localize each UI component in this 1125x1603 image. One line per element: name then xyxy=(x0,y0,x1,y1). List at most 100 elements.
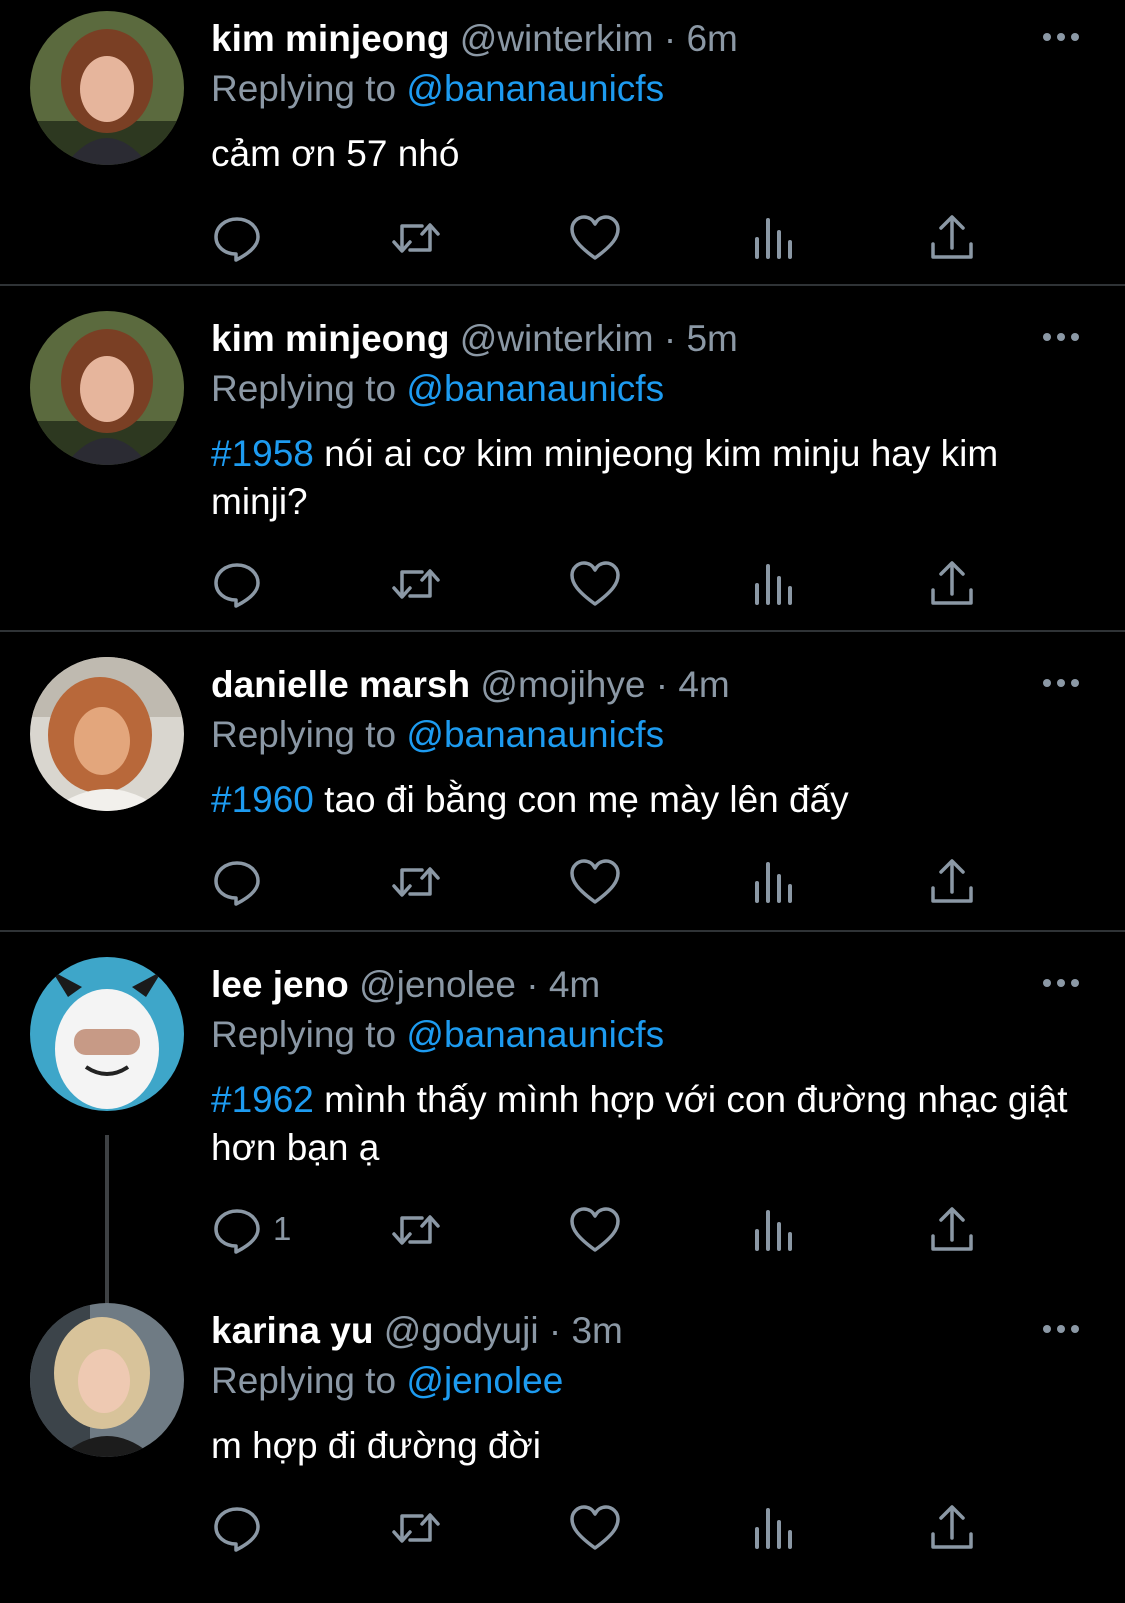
tweet-body: tao đi bằng con mẹ mày lên đấy xyxy=(313,779,849,820)
reply-icon[interactable] xyxy=(209,556,265,612)
retweet-icon[interactable] xyxy=(388,556,444,612)
replying-prefix: Replying to xyxy=(211,68,397,109)
tweet-header: danielle marsh @mojihye · 4m xyxy=(211,660,730,710)
avatar[interactable] xyxy=(30,657,184,811)
tweet-actions xyxy=(0,210,1125,270)
display-name[interactable]: danielle marsh xyxy=(211,664,470,705)
display-name[interactable]: kim minjeong xyxy=(211,318,449,359)
tweet-header: kim minjeong @winterkim · 6m xyxy=(211,14,738,64)
replying-to: Replying to @bananaunicfs xyxy=(211,64,664,114)
heart-icon[interactable] xyxy=(567,1500,623,1556)
tweet-divider xyxy=(0,284,1125,286)
timestamp[interactable]: 4m xyxy=(549,964,600,1005)
more-icon[interactable] xyxy=(1041,322,1081,352)
mention-link[interactable]: @jenolee xyxy=(406,1360,563,1401)
replying-to: Replying to @bananaunicfs xyxy=(211,710,664,760)
avatar[interactable] xyxy=(30,311,184,465)
hashtag-link[interactable]: #1958 xyxy=(211,433,314,474)
tweet-header: lee jeno @jenolee · 4m xyxy=(211,960,600,1010)
timestamp[interactable]: 6m xyxy=(686,18,737,59)
retweet-icon[interactable] xyxy=(388,854,444,910)
hashtag-link[interactable]: #1960 xyxy=(211,779,314,820)
replying-to: Replying to @bananaunicfs xyxy=(211,364,664,414)
tweet-feed: kim minjeong @winterkim · 6m Replying to… xyxy=(0,0,1125,1603)
separator-dot: · xyxy=(548,1310,562,1351)
tweet-actions: 1 xyxy=(0,1202,1125,1262)
heart-icon[interactable] xyxy=(567,854,623,910)
tweet-body: mình thấy mình hợp với con đường nhạc gi… xyxy=(211,1079,1068,1168)
mention-link[interactable]: @bananaunicfs xyxy=(406,368,664,409)
tweet[interactable]: lee jeno @jenolee · 4m Replying to @bana… xyxy=(0,946,1125,1276)
separator-dot: · xyxy=(526,964,539,1005)
user-handle[interactable]: @mojihye xyxy=(480,664,645,705)
reply-icon[interactable] xyxy=(209,1500,265,1556)
reply-icon[interactable] xyxy=(209,1202,265,1258)
timestamp[interactable]: 4m xyxy=(678,664,729,705)
mention-link[interactable]: @bananaunicfs xyxy=(406,714,664,755)
more-icon[interactable] xyxy=(1041,22,1081,52)
user-handle[interactable]: @godyuji xyxy=(384,1310,539,1351)
views-icon[interactable] xyxy=(746,1202,802,1258)
tweet-text: #1960 tao đi bằng con mẹ mày lên đấy xyxy=(211,776,1091,824)
tweet-header: karina yu @godyuji · 3m xyxy=(211,1306,623,1356)
more-icon[interactable] xyxy=(1041,668,1081,698)
replying-prefix: Replying to xyxy=(211,368,397,409)
retweet-icon[interactable] xyxy=(388,1500,444,1556)
display-name[interactable]: lee jeno xyxy=(211,964,349,1005)
avatar[interactable] xyxy=(30,1303,184,1457)
separator-dot: · xyxy=(655,664,669,705)
share-icon[interactable] xyxy=(924,210,980,266)
tweet-text: #1958 nói ai cơ kim minjeong kim minju h… xyxy=(211,430,1091,526)
views-icon[interactable] xyxy=(746,210,802,266)
retweet-icon[interactable] xyxy=(388,1202,444,1258)
tweet[interactable]: karina yu @godyuji · 3m Replying to @jen… xyxy=(0,1292,1125,1603)
tweet-actions xyxy=(0,556,1125,616)
replying-prefix: Replying to xyxy=(211,1360,397,1401)
tweet[interactable]: kim minjeong @winterkim · 5m Replying to… xyxy=(0,300,1125,630)
share-icon[interactable] xyxy=(924,556,980,612)
share-icon[interactable] xyxy=(924,1500,980,1556)
user-handle[interactable]: @jenolee xyxy=(359,964,516,1005)
tweet-actions xyxy=(0,1500,1125,1560)
user-handle[interactable]: @winterkim xyxy=(460,18,654,59)
reply-icon[interactable] xyxy=(209,854,265,910)
separator-dot: · xyxy=(663,18,677,59)
views-icon[interactable] xyxy=(746,1500,802,1556)
hashtag-link[interactable]: #1962 xyxy=(211,1079,314,1120)
tweet-text: cảm ơn 57 nhó xyxy=(211,130,1091,178)
mention-link[interactable]: @bananaunicfs xyxy=(406,68,664,109)
heart-icon[interactable] xyxy=(567,556,623,612)
heart-icon[interactable] xyxy=(567,1202,623,1258)
reply-icon[interactable] xyxy=(209,210,265,266)
views-icon[interactable] xyxy=(746,556,802,612)
user-handle[interactable]: @winterkim xyxy=(460,318,654,359)
timestamp[interactable]: 5m xyxy=(686,318,737,359)
replying-prefix: Replying to xyxy=(211,714,397,755)
tweet-body: m hợp đi đường đời xyxy=(211,1425,541,1466)
retweet-icon[interactable] xyxy=(388,210,444,266)
display-name[interactable]: karina yu xyxy=(211,1310,373,1351)
views-icon[interactable] xyxy=(746,854,802,910)
tweet-body: nói ai cơ kim minjeong kim minju hay kim… xyxy=(211,433,999,522)
mention-link[interactable]: @bananaunicfs xyxy=(406,1014,664,1055)
tweet-text: m hợp đi đường đời xyxy=(211,1422,1091,1470)
tweet-body: cảm ơn 57 nhó xyxy=(211,133,460,174)
tweet-header: kim minjeong @winterkim · 5m xyxy=(211,314,738,364)
replying-to: Replying to @jenolee xyxy=(211,1356,563,1406)
display-name[interactable]: kim minjeong xyxy=(211,18,449,59)
heart-icon[interactable] xyxy=(567,210,623,266)
share-icon[interactable] xyxy=(924,854,980,910)
separator-dot: · xyxy=(663,318,677,359)
timestamp[interactable]: 3m xyxy=(571,1310,622,1351)
tweet-divider xyxy=(0,930,1125,932)
tweet-actions xyxy=(0,854,1125,914)
avatar[interactable] xyxy=(30,11,184,165)
tweet-divider xyxy=(0,630,1125,632)
more-icon[interactable] xyxy=(1041,968,1081,998)
avatar[interactable] xyxy=(30,957,184,1111)
share-icon[interactable] xyxy=(924,1202,980,1258)
tweet[interactable]: danielle marsh @mojihye · 4m Replying to… xyxy=(0,646,1125,931)
tweet-text: #1962 mình thấy mình hợp với con đường n… xyxy=(211,1076,1091,1172)
tweet[interactable]: kim minjeong @winterkim · 6m Replying to… xyxy=(0,0,1125,285)
more-icon[interactable] xyxy=(1041,1314,1081,1344)
